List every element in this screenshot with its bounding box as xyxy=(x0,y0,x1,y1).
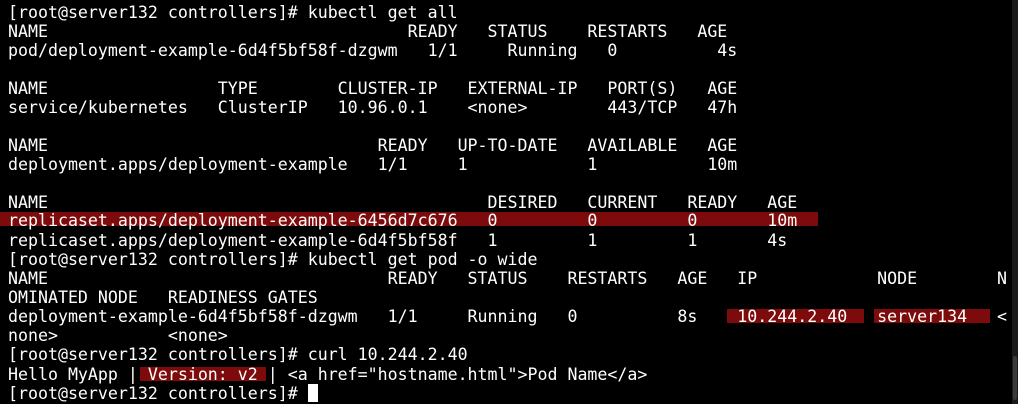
terminal-line: pod/deployment-example-6d4f5bf58f-dzgwm … xyxy=(8,41,738,60)
terminal-line: OMINATED NODE READINESS GATES xyxy=(8,288,318,307)
terminal-line: service/kubernetes ClusterIP 10.96.0.1 <… xyxy=(8,98,738,117)
terminal-line: [root@server132 controllers]# xyxy=(8,384,308,403)
terminal-line: replicaset.apps/deployment-example-6456d… xyxy=(8,211,798,230)
terminal-line: [root@server132 controllers]# kubectl ge… xyxy=(8,3,458,22)
terminal-line: Hello MyApp | Version: v2 | <a href="hos… xyxy=(8,365,648,384)
text-cursor xyxy=(308,384,318,402)
terminal-line: NAME READY STATUS RESTARTS AGE xyxy=(8,22,728,41)
terminal-line: replicaset.apps/deployment-example-6d4f5… xyxy=(8,231,788,250)
scrollbar-thumb[interactable] xyxy=(1013,356,1017,400)
scrollbar[interactable] xyxy=(1012,0,1018,404)
terminal-line: deployment-example-6d4f5bf58f-dzgwm 1/1 … xyxy=(8,307,1008,326)
terminal-line: deployment.apps/deployment-example 1/1 1… xyxy=(8,155,738,174)
terminal-line: NAME DESIRED CURRENT READY AGE xyxy=(8,193,798,212)
terminal-line: NAME TYPE CLUSTER-IP EXTERNAL-IP PORT(S)… xyxy=(8,79,738,98)
terminal-line: NAME READY UP-TO-DATE AVAILABLE AGE xyxy=(8,136,738,155)
terminal-line: [root@server132 controllers]# kubectl ge… xyxy=(8,250,538,269)
terminal-window[interactable]: [root@server132 controllers]# kubectl ge… xyxy=(0,0,1018,404)
terminal-line: none> <none> xyxy=(8,326,228,345)
terminal-line: [root@server132 controllers]# curl 10.24… xyxy=(8,345,468,364)
terminal-line: NAME READY STATUS RESTARTS AGE IP NODE N xyxy=(8,269,1008,288)
